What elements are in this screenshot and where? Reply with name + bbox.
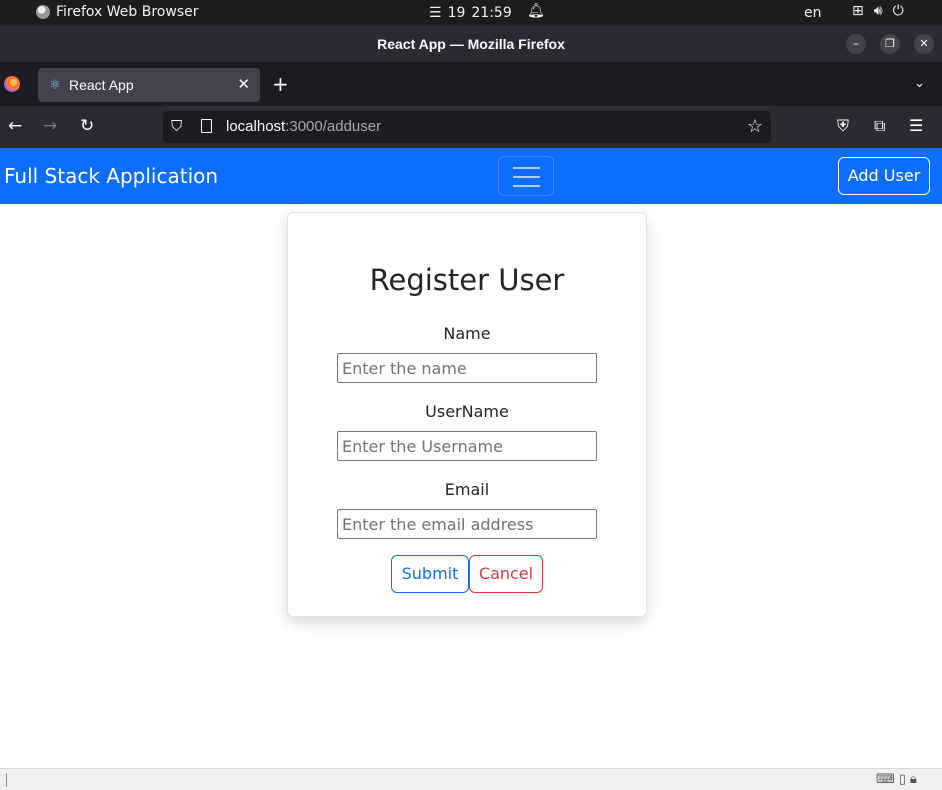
- system-menu[interactable]: ⊞ 🔊︎ ⏻: [852, 3, 904, 19]
- name-input[interactable]: [337, 353, 597, 383]
- toggler-bar: [513, 167, 540, 169]
- register-user-card: Register User Name UserName Email Submit…: [287, 212, 647, 617]
- navigation-toolbar: ← → ↻ ⛉ localhost:3000/adduser ☆ ⛨ ⧉ ☰: [0, 106, 942, 148]
- window-titlebar: React App — Mozilla Firefox – ❐ ✕: [0, 26, 942, 62]
- volume-icon: 🔊︎: [873, 3, 883, 19]
- app-name: Firefox Web Browser: [56, 4, 199, 20]
- forward-icon[interactable]: →: [43, 116, 57, 136]
- back-icon[interactable]: ←: [8, 116, 22, 136]
- activities-app-menu[interactable]: Firefox Web Browser: [36, 4, 199, 20]
- extensions-icon[interactable]: ⧉: [874, 116, 885, 136]
- bottom-status-strip: ⌨ ▯ 🔒︎: [0, 768, 942, 790]
- tab-react-app[interactable]: ⚛ React App ✕: [38, 68, 260, 102]
- submit-button[interactable]: Submit: [391, 555, 469, 593]
- email-label: Email: [444, 480, 490, 499]
- date: 19: [447, 5, 466, 21]
- lock-icon: 🔒︎: [909, 772, 917, 787]
- new-tab-button[interactable]: +: [272, 74, 289, 94]
- name-label: Name: [443, 324, 491, 343]
- toggler-bar: [513, 185, 540, 187]
- list-all-tabs-icon[interactable]: ⌄: [914, 76, 925, 91]
- tracking-protection-shield-icon[interactable]: ⛉: [171, 118, 182, 135]
- navbar-toggler-button[interactable]: [498, 156, 554, 196]
- status-divider: [6, 773, 7, 787]
- restore-button[interactable]: ❐: [880, 34, 900, 54]
- firefox-view-icon[interactable]: [4, 76, 20, 92]
- system-top-bar: Firefox Web Browser ☰ 19 21:59 🔔︎ en ⊞ 🔊…: [0, 0, 942, 26]
- keyboard-icon: ⌨: [876, 772, 895, 787]
- minimize-button[interactable]: –: [846, 34, 866, 54]
- bell-icon[interactable]: 🔔︎: [527, 3, 545, 19]
- close-tab-icon[interactable]: ✕: [237, 75, 250, 93]
- url-path: :3000/adduser: [285, 118, 382, 135]
- react-favicon-icon: ⚛: [49, 77, 61, 92]
- page-info-icon[interactable]: [201, 119, 212, 133]
- url-bar[interactable]: ⛉ localhost:3000/adduser ☆: [163, 111, 771, 143]
- hamburger-menu-icon[interactable]: ☰: [909, 116, 923, 135]
- email-input[interactable]: [337, 509, 597, 539]
- navbar-brand[interactable]: Full Stack Application: [4, 164, 218, 188]
- app-navbar: Full Stack Application Add User: [0, 148, 942, 204]
- url-text[interactable]: localhost:3000/adduser: [226, 118, 381, 135]
- network-icon: ⊞: [852, 3, 864, 19]
- add-user-button[interactable]: Add User: [838, 157, 930, 195]
- tab-strip: ⚛ React App ✕ + ⌄: [0, 62, 942, 106]
- mouse-icon: ▯: [898, 772, 906, 787]
- notification-list-icon: ☰: [429, 5, 442, 21]
- form-heading: Register User: [369, 263, 565, 297]
- time: 21:59: [471, 5, 512, 21]
- reload-icon[interactable]: ↻: [80, 116, 94, 136]
- url-host: localhost: [226, 118, 286, 135]
- power-icon: ⏻: [892, 3, 904, 19]
- clock[interactable]: ☰ 19 21:59: [429, 5, 512, 21]
- language-indicator[interactable]: en: [804, 5, 822, 21]
- close-window-button[interactable]: ✕: [914, 34, 934, 54]
- pocket-icon[interactable]: ⛨: [837, 116, 849, 136]
- firefox-app-icon: [36, 5, 50, 19]
- status-icons: ⌨ ▯ 🔒︎: [876, 772, 917, 787]
- toggler-bar: [513, 176, 540, 178]
- cancel-button[interactable]: Cancel: [469, 555, 543, 593]
- window-title: React App — Mozilla Firefox: [377, 36, 565, 52]
- username-input[interactable]: [337, 431, 597, 461]
- bookmark-star-icon[interactable]: ☆: [747, 116, 763, 137]
- username-label: UserName: [425, 402, 509, 421]
- tab-label: React App: [69, 77, 134, 93]
